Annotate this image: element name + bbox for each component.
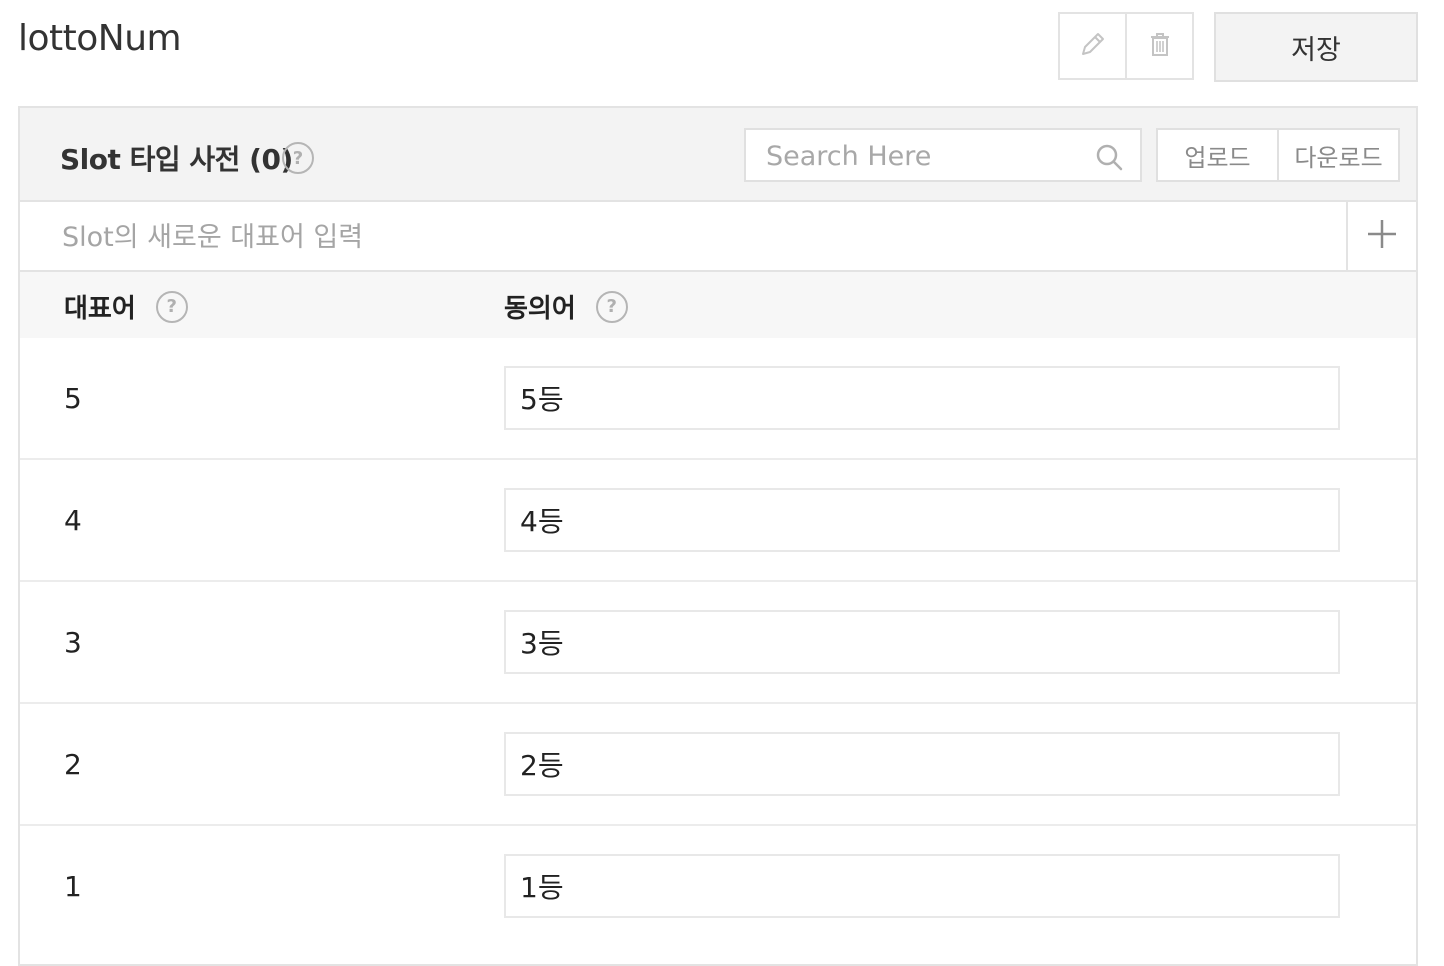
- representative-value: 1: [64, 870, 82, 903]
- table-row: 4 4등: [20, 460, 1416, 582]
- edit-button[interactable]: [1060, 14, 1125, 78]
- representative-value: 3: [64, 626, 82, 659]
- page-title: lottoNum: [18, 18, 182, 59]
- synonym-field[interactable]: 5등: [504, 366, 1340, 430]
- download-button[interactable]: 다운로드: [1277, 130, 1398, 180]
- trash-icon: [1145, 29, 1175, 63]
- add-button[interactable]: [1346, 202, 1416, 270]
- entry-list: 5 5등 4 4등 3 3등 2 2등 1 1등: [20, 338, 1416, 948]
- toolbar-icon-group: [1058, 12, 1194, 80]
- representative-value: 2: [64, 748, 82, 781]
- panel-title: Slot 타입 사전 (0): [60, 143, 293, 176]
- new-representative-input[interactable]: [60, 214, 1304, 260]
- delete-button[interactable]: [1125, 14, 1192, 78]
- table-row: 3 3등: [20, 582, 1416, 704]
- save-button[interactable]: 저장: [1214, 12, 1418, 82]
- synonym-field[interactable]: 4등: [504, 488, 1340, 552]
- upload-button[interactable]: 업로드: [1158, 130, 1277, 180]
- panel-header: Slot 타입 사전 (0) ? 업로드 다운로드: [20, 108, 1416, 202]
- column-representative-label: 대표어: [64, 294, 136, 324]
- file-button-group: 업로드 다운로드: [1156, 128, 1400, 182]
- synonym-field[interactable]: 1등: [504, 854, 1340, 918]
- pencil-icon: [1078, 29, 1108, 63]
- representative-value: 5: [64, 382, 82, 415]
- table-row: 5 5등: [20, 338, 1416, 460]
- column-synonym: 동의어 ?: [504, 288, 628, 325]
- column-synonym-label: 동의어: [504, 294, 576, 324]
- representative-value: 4: [64, 504, 82, 537]
- help-icon[interactable]: ?: [155, 290, 188, 323]
- column-header: 대표어 ? 동의어 ?: [20, 272, 1416, 338]
- search-input[interactable]: [764, 136, 1088, 176]
- table-row: 2 2등: [20, 704, 1416, 826]
- new-entry-row: [20, 202, 1416, 272]
- synonym-field[interactable]: 2등: [504, 732, 1340, 796]
- column-representative: 대표어 ?: [64, 288, 188, 325]
- search-box: [744, 128, 1142, 182]
- plus-icon: [1366, 218, 1398, 254]
- table-row: 1 1등: [20, 826, 1416, 948]
- help-icon[interactable]: ?: [595, 290, 628, 323]
- synonym-field[interactable]: 3등: [504, 610, 1340, 674]
- search-icon[interactable]: [1094, 142, 1124, 176]
- help-icon[interactable]: ?: [282, 142, 314, 174]
- slot-dictionary-panel: Slot 타입 사전 (0) ? 업로드 다운로드: [18, 106, 1418, 966]
